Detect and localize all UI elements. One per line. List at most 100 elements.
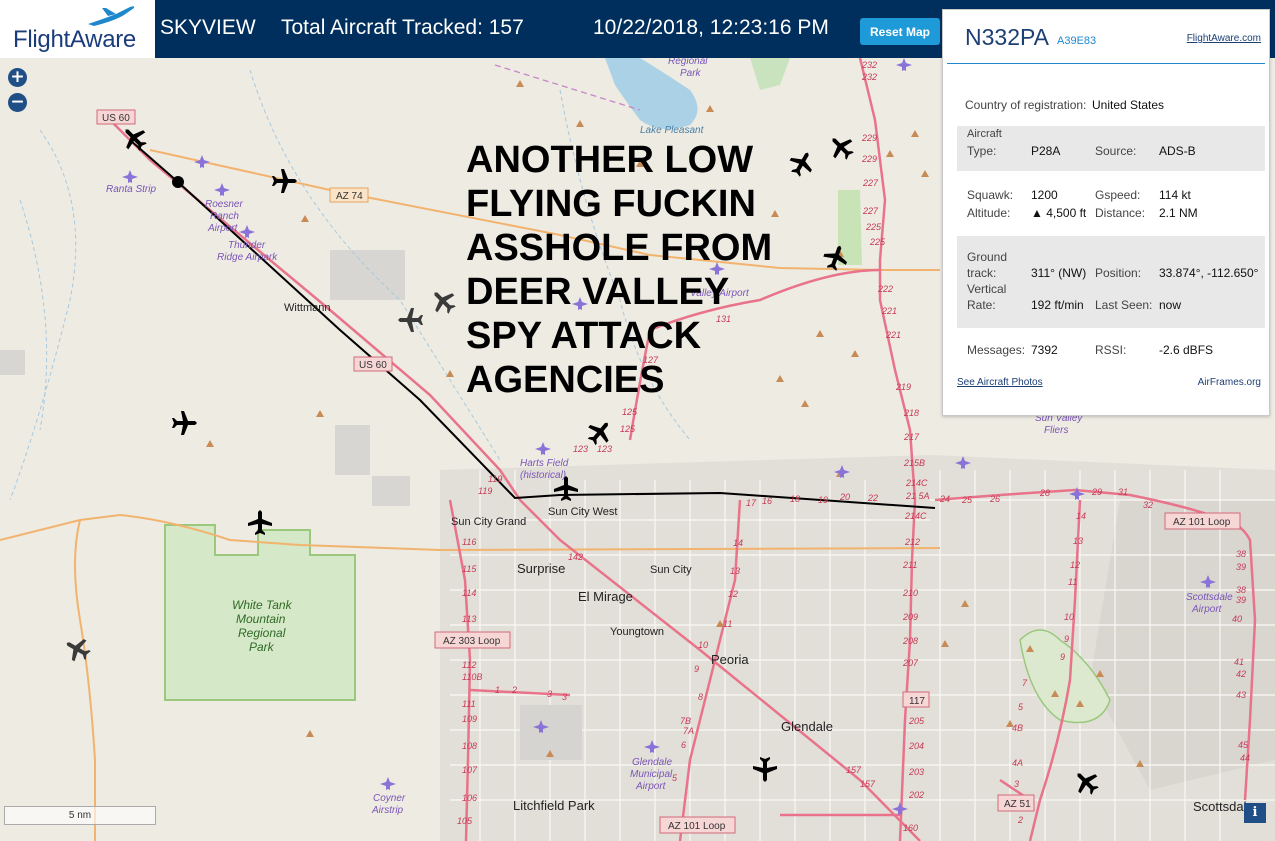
flightaware-logo[interactable]: FlightAware: [0, 0, 155, 58]
label-glendale: Glendale: [781, 719, 833, 734]
shield-az51: AZ 51: [1004, 799, 1031, 810]
country-value: United States: [1092, 98, 1165, 112]
svg-text:232: 232: [861, 72, 877, 82]
source: ADS-B: [1159, 144, 1196, 158]
svg-text:125: 125: [620, 424, 636, 434]
svg-text:203: 203: [908, 767, 924, 777]
svg-text:10: 10: [1064, 612, 1074, 622]
svg-text:11: 11: [723, 619, 732, 629]
svg-text:219: 219: [895, 382, 911, 392]
svg-text:107: 107: [462, 765, 478, 775]
label-wt-4: Park: [249, 640, 275, 654]
messages-label: Messages:: [967, 343, 1026, 357]
vertical-rate-label-1: Vertical: [967, 282, 1007, 296]
svg-text:9: 9: [1064, 634, 1069, 644]
flightaware-link[interactable]: FlightAware.com: [1187, 33, 1261, 44]
shield-117: 117: [909, 696, 925, 707]
altitude: ▲ 4,500 ft: [1031, 206, 1087, 220]
reset-map-button[interactable]: Reset Map: [860, 18, 940, 45]
label-roesner-1: Roesner: [205, 199, 243, 210]
shield-az303: AZ 303 Loop: [443, 636, 501, 647]
svg-text:225: 225: [869, 237, 886, 247]
messages: 7392: [1031, 343, 1058, 357]
svg-text:108: 108: [462, 741, 477, 751]
svg-text:13: 13: [1073, 536, 1083, 546]
svg-text:39: 39: [1236, 562, 1246, 572]
svg-text:106: 106: [462, 793, 477, 803]
svg-text:222: 222: [877, 284, 893, 294]
svg-text:39: 39: [1236, 595, 1246, 605]
svg-text:9: 9: [694, 664, 699, 674]
svg-text:202: 202: [908, 790, 924, 800]
svg-text:12: 12: [728, 589, 738, 599]
info-icon[interactable]: i: [1244, 803, 1266, 823]
svg-text:227: 227: [862, 206, 879, 216]
gspeed-label: Gspeed:: [1095, 188, 1141, 202]
svg-text:208: 208: [902, 636, 918, 646]
svg-text:232: 232: [861, 60, 877, 70]
aircraft-info-panel: N332PA A39E83 FlightAware.com Country of…: [942, 9, 1270, 416]
svg-text:29: 29: [1091, 487, 1102, 497]
svg-text:41: 41: [1234, 657, 1244, 667]
svg-text:10: 10: [698, 640, 708, 650]
label-peoria: Peoria: [711, 652, 749, 667]
svg-text:119: 119: [478, 486, 492, 496]
ground-track-label-1: Ground: [967, 250, 1008, 264]
logo-plane-icon: [88, 6, 135, 26]
svg-text:209: 209: [902, 612, 918, 622]
label-glendale-airport-1: Glendale: [632, 757, 672, 768]
svg-text:3: 3: [547, 689, 552, 699]
svg-text:8: 8: [698, 692, 703, 702]
svg-text:217: 217: [903, 432, 920, 442]
svg-text:115: 115: [462, 564, 477, 574]
label-scottsdale-airport-1: Scottsdale: [1186, 592, 1233, 603]
svg-text:229: 229: [861, 133, 877, 143]
label-sun-city-grand: Sun City Grand: [451, 516, 526, 528]
label-wt-3: Regional: [238, 626, 286, 640]
label-park-1: Park: [680, 68, 702, 79]
svg-text:38: 38: [1236, 549, 1246, 559]
airframes-link[interactable]: AirFrames.org: [1198, 377, 1261, 388]
overlay-line: DEER VALLEY: [466, 271, 730, 313]
svg-text:31: 31: [1118, 487, 1128, 497]
label-sun-valley-2: Fliers: [1044, 425, 1068, 436]
zoom-in-button[interactable]: +: [8, 68, 27, 87]
svg-text:18: 18: [790, 494, 800, 504]
label-lake-pleasant: Lake Pleasant: [640, 125, 705, 136]
rssi-label: RSSI:: [1095, 343, 1127, 357]
svg-text:6: 6: [681, 740, 686, 750]
svg-text:43: 43: [1236, 690, 1246, 700]
label-roesner-3: Airport: [207, 223, 239, 234]
zoom-out-button[interactable]: −: [8, 93, 27, 112]
map-scale: 5 nm: [4, 806, 156, 825]
svg-text:157: 157: [860, 779, 876, 789]
total-tracked: Total Aircraft Tracked: 157: [281, 16, 524, 39]
registration: N332PA: [965, 24, 1049, 50]
svg-text:210: 210: [902, 588, 918, 598]
hex-code: A39E83: [1057, 35, 1097, 47]
svg-text:2: 2: [511, 685, 517, 695]
overlay-line: FLYING FUCKIN: [466, 183, 756, 225]
svg-text:207: 207: [902, 658, 919, 668]
label-coyner-2: Airstrip: [371, 805, 404, 816]
svg-text:142: 142: [568, 552, 583, 562]
shield-az101-a: AZ 101 Loop: [1173, 517, 1231, 528]
svg-text:105: 105: [457, 816, 473, 826]
svg-text:157: 157: [846, 765, 862, 775]
last-seen-label: Last Seen:: [1095, 298, 1153, 312]
svg-text:42: 42: [1236, 669, 1246, 679]
svg-text:215B: 215B: [903, 458, 925, 468]
skyview-app: FlightAware SKYVIEW Total Aircraft Track…: [0, 0, 1275, 841]
overlay-caption: ANOTHER LOW FLYING FUCKIN ASSHOLE FROM D…: [466, 138, 786, 402]
svg-text:205: 205: [908, 716, 925, 726]
svg-text:4B: 4B: [1012, 723, 1023, 733]
svg-text:160: 160: [903, 823, 918, 833]
see-photos-link[interactable]: See Aircraft Photos: [957, 377, 1043, 388]
overlay-line: ASSHOLE FROM: [466, 227, 773, 269]
svg-text:14: 14: [1076, 511, 1086, 521]
svg-text:113: 113: [462, 614, 476, 624]
aircraft-type: P28A: [1031, 144, 1061, 158]
svg-text:44: 44: [1240, 753, 1250, 763]
label-thunder-2: Ridge Airpark: [217, 252, 278, 263]
label-roesner-2: Ranch: [210, 211, 239, 222]
